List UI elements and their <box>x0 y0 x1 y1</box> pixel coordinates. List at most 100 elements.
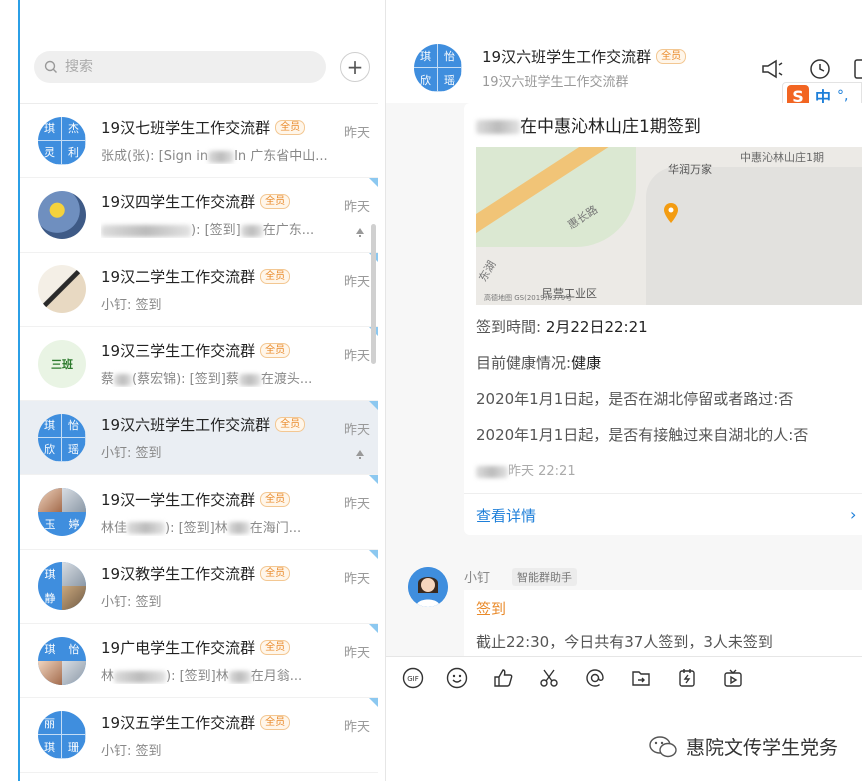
thumbs-up-icon[interactable] <box>492 667 514 689</box>
list-item[interactable]: 琪 静 19汉教学生工作交流群 全员 小钉: 签到 昨天 <box>20 549 378 625</box>
field-value: 2月22日22:21 <box>545 318 648 336</box>
conversation-preview: 林佳): [签到]林 在海门... <box>101 517 346 536</box>
redacted-text <box>228 670 251 683</box>
avatar-char: 欣 <box>414 68 438 92</box>
megaphone-icon[interactable] <box>760 58 784 80</box>
conversation-time: 昨天 <box>343 720 370 736</box>
list-item[interactable]: 丽 琪 珊 19汉五学生工作交流群 全员 小钉: 签到 昨天 <box>20 698 378 773</box>
preview-text: (蔡宏锦): [签到]蔡 <box>132 372 239 388</box>
chat-group-avatar[interactable]: 琪 怡 欣 瑶 <box>414 44 462 92</box>
chevron-right-icon[interactable]: › <box>850 505 856 524</box>
group-avatar: 琪 静 <box>38 562 86 611</box>
search-box[interactable] <box>34 51 326 83</box>
emoji-icon[interactable] <box>446 667 468 689</box>
live-icon[interactable] <box>722 667 744 689</box>
ime-punct-toggle[interactable]: °, <box>837 88 848 104</box>
conversation-sidebar: + 琪 杰 灵 利 19汉七班学生工作交流群 全员 张成(张): [Sign i… <box>20 0 386 781</box>
more-icon[interactable] <box>852 58 862 80</box>
hubei-stay-field: 2020年1月1日起，是否在湖北停留或者路过:否 <box>476 390 794 408</box>
ding-icon[interactable] <box>676 667 698 689</box>
chat-panel: 琪 怡 欣 瑶 19汉六班学生工作交流群 全员 19汉六班学生工作交流群 S 中… <box>386 0 862 781</box>
redacted-text <box>114 373 133 386</box>
list-scrollbar[interactable] <box>371 224 376 364</box>
redacted-text <box>114 670 167 683</box>
redacted-text <box>208 150 235 163</box>
list-item[interactable]: 19汉四学生工作交流群 全员 ): [签到] 在广东... 昨天 <box>20 178 378 253</box>
message-input-area[interactable]: GIF 惠院文传学生党务 <box>386 656 862 781</box>
avatar-char: 琪 <box>38 735 62 760</box>
folder-icon[interactable] <box>630 667 652 689</box>
group-avatar: 琪 杰 灵 利 <box>38 116 86 165</box>
chat-title: 19汉六班学生工作交流群 全员 <box>482 46 687 67</box>
conversation-title: 19汉三学生工作交流群 <box>101 342 256 361</box>
conversation-time: 昨天 <box>343 646 370 662</box>
preview-text: 蔡 <box>101 372 115 388</box>
bot-avatar[interactable] <box>408 567 448 607</box>
list-item[interactable]: 19汉二学生工作交流群 全员 小钉: 签到 昨天 <box>20 252 378 327</box>
all-members-badge: 全员 <box>275 120 306 136</box>
conversation-title: 19汉五学生工作交流群 <box>101 713 256 732</box>
avatar-char: 怡 <box>438 44 462 68</box>
conversation-preview: 张成(张): [Sign in In 广东省中山... <box>101 145 346 164</box>
list-item[interactable]: 玉 婷 19汉一学生工作交流群 全员 林佳): [签到]林 在海门... 昨天 <box>20 475 378 550</box>
checkin-card: 在中惠沁林山庄1期签到 中惠沁林山庄1期 华润万家 惠长路 东湖 民营工业区 高… <box>464 103 862 535</box>
avatar-photo <box>62 586 86 611</box>
list-item-selected[interactable]: 琪 怡 欣 瑶 19汉六班学生工作交流群 全员 小钉: 签到 昨天 <box>20 401 378 476</box>
add-button[interactable]: + <box>340 52 370 82</box>
list-item[interactable]: 琪 怡 19广电学生工作交流群 全员 林): [签到]林 在月翁... 昨天 <box>20 624 378 699</box>
checkin-card-title: 在中惠沁林山庄1期签到 <box>476 112 701 137</box>
avatar-char: 珊 <box>62 735 86 760</box>
avatar-char <box>62 711 86 736</box>
all-members-badge: 全员 <box>260 343 291 359</box>
pinned-corner <box>369 624 378 634</box>
bot-tag: 智能群助手 <box>512 568 577 586</box>
conversation-time: 昨天 <box>343 423 370 439</box>
conversation-time: 昨天 <box>343 274 370 290</box>
list-item[interactable]: 琪 杰 灵 利 19汉七班学生工作交流群 全员 张成(张): [Sign in I… <box>20 104 378 179</box>
redacted-text <box>238 373 261 386</box>
avatar-char: 杰 <box>62 116 86 141</box>
mute-icon <box>356 450 364 460</box>
scissors-icon[interactable] <box>538 667 560 689</box>
conversation-preview: ): [签到] 在广东... <box>101 219 346 238</box>
card-timestamp: 昨天 22:21 <box>476 460 576 479</box>
conversation-time: 昨天 <box>343 497 370 513</box>
wechat-icon <box>649 735 677 757</box>
search-icon <box>44 60 57 73</box>
view-details-link[interactable]: 查看详情 <box>476 505 536 526</box>
group-avatar <box>38 190 86 239</box>
field-label: 目前健康情况: <box>476 354 572 372</box>
conversation-title: 19汉六班学生工作交流群 <box>101 416 271 435</box>
bot-message-title[interactable]: 签到 <box>476 598 506 619</box>
avatar-char: 琪 <box>38 413 62 438</box>
conversation-title: 19汉四学生工作交流群 <box>101 193 256 212</box>
redacted-text <box>127 522 166 535</box>
all-members-badge: 全员 <box>656 49 687 64</box>
timestamp-text: 昨天 22:21 <box>508 464 576 479</box>
card-title-text: 在中惠沁林山庄1期签到 <box>520 117 701 137</box>
wechat-watermark: 惠院文传学生党务 <box>648 733 838 760</box>
avatar-photo <box>38 660 62 685</box>
conversation-preview: 小钉: 签到 <box>101 594 162 610</box>
gif-icon[interactable]: GIF <box>402 667 424 689</box>
search-input[interactable] <box>65 59 295 75</box>
all-members-badge: 全员 <box>260 565 291 581</box>
clock-icon[interactable] <box>808 58 832 80</box>
group-avatar: 三班 <box>38 339 86 388</box>
group-avatar: 丽 琪 珊 <box>38 711 86 760</box>
divider <box>464 493 862 494</box>
conversation-title: 19汉七班学生工作交流群 <box>101 119 271 138</box>
location-map[interactable]: 中惠沁林山庄1期 华润万家 惠长路 东湖 民营工业区 高德地图 GS(2019)… <box>476 147 862 305</box>
all-members-badge: 全员 <box>260 491 291 507</box>
all-members-badge: 全员 <box>275 417 306 433</box>
group-avatar <box>38 265 86 314</box>
mention-icon[interactable] <box>584 667 606 689</box>
redacted-text <box>101 224 191 237</box>
list-item[interactable]: 三班 19汉三学生工作交流群 全员 蔡 (蔡宏锦): [签到]蔡 在渡头... 昨天 <box>20 326 378 402</box>
map-copyright: 高德地图 GS(2019)6379号 <box>484 294 573 302</box>
avatar-char: 玉 <box>44 518 56 532</box>
conversation-time: 昨天 <box>343 126 370 141</box>
conversation-time: 昨天 <box>343 200 370 216</box>
all-members-badge: 全员 <box>260 194 291 210</box>
conversation-time: 昨天 <box>343 571 370 587</box>
